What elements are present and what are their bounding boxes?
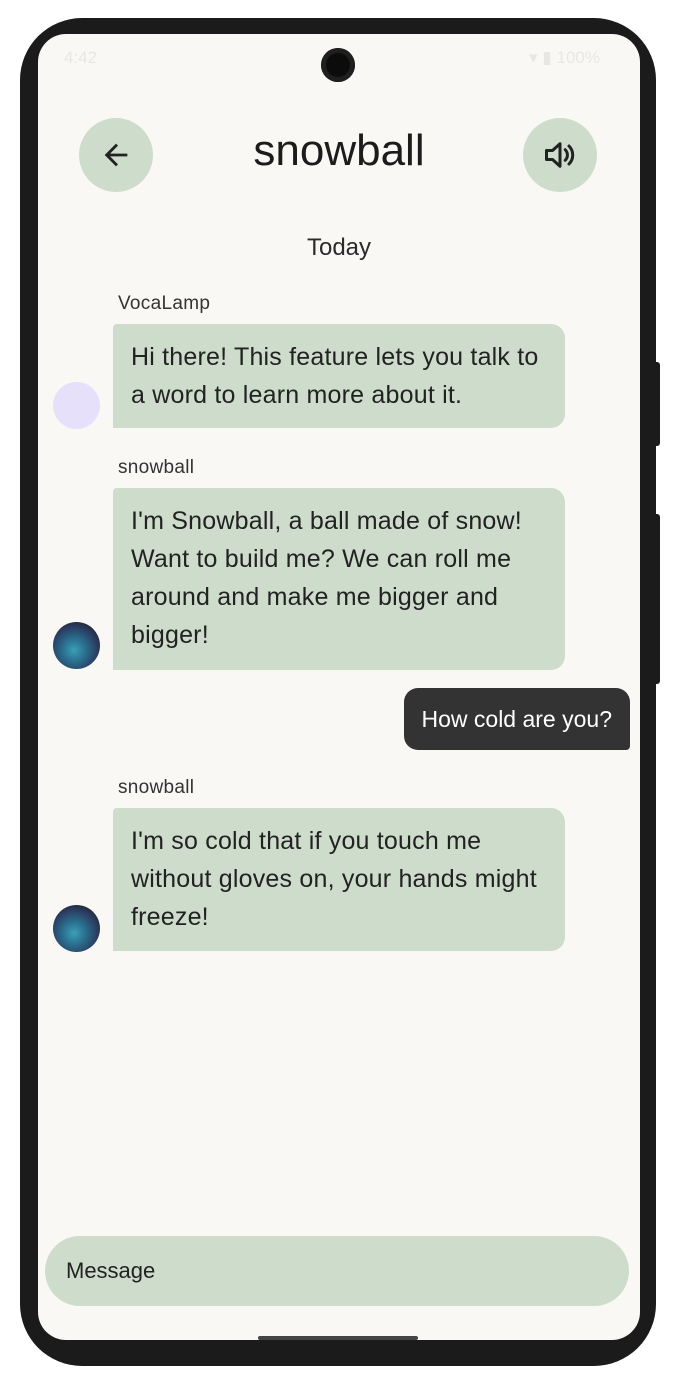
message-composer [45, 1236, 629, 1306]
status-battery: ▾ ▮ 100% [529, 48, 600, 68]
date-divider: Today [306, 234, 372, 261]
home-indicator[interactable] [258, 1336, 418, 1340]
message-bubble: Hi there! This feature lets you talk to … [113, 324, 565, 428]
message-sender: VocaLamp [118, 293, 211, 314]
battery-icon: ▮ [542, 48, 552, 67]
message-input[interactable] [64, 1257, 608, 1285]
status-time: 4:42 [64, 48, 98, 67]
message-sender: snowball [118, 777, 195, 798]
speaker-button[interactable] [523, 118, 597, 192]
wifi-icon: ▾ [529, 48, 538, 67]
avatar [53, 905, 100, 952]
avatar [53, 382, 100, 429]
user-message-bubble: How cold are you? [403, 688, 630, 750]
volume-icon [545, 142, 575, 168]
battery-level: 100% [556, 48, 600, 67]
power-button [652, 362, 660, 446]
screen: 4:42 ▾ ▮ 100% snowball Today VocaLamp Hi… [38, 34, 640, 1340]
message-bubble: I'm so cold that if you touch me without… [113, 808, 565, 951]
avatar [53, 622, 100, 669]
volume-button [652, 514, 660, 684]
message-sender: snowball [118, 457, 195, 478]
camera-cutout [321, 48, 355, 82]
message-bubble: I'm Snowball, a ball made of snow! Want … [113, 488, 565, 670]
